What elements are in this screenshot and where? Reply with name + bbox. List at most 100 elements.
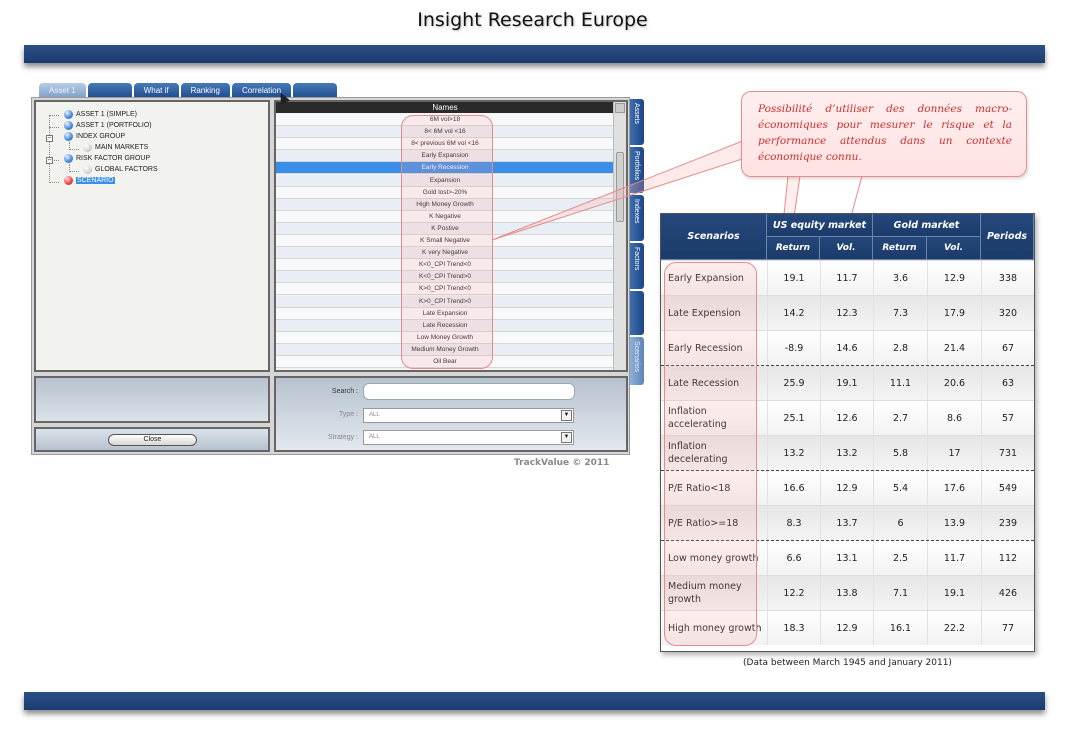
type-label: Type :	[338, 411, 358, 418]
table-cell-g-ret: 5.4	[873, 471, 927, 505]
node-icon	[64, 110, 73, 119]
table-cell-periods: 426	[981, 576, 1034, 610]
side-tab-label: Scenarios	[633, 341, 640, 373]
tree-item-global-factors[interactable]: GLOBAL FACTORS	[83, 165, 158, 174]
table-cell-us-ret: 25.9	[767, 366, 820, 400]
table-cell-g-vol: 20.6	[927, 366, 981, 400]
table-cell-g-vol: 17.6	[927, 471, 981, 505]
tab-blank-2[interactable]	[293, 83, 338, 98]
header-band	[24, 45, 1045, 63]
side-tab-portfolios[interactable]: Portfolios	[630, 147, 644, 193]
page: Insight Research Europe Asset 1 What if …	[0, 0, 1065, 734]
scroll-up-icon[interactable]	[615, 103, 625, 113]
side-tab-label: Assets	[633, 103, 640, 125]
header-us-return: Return	[767, 237, 820, 260]
table-cell-us-vol: 13.7	[820, 506, 873, 540]
table-cell-g-vol: 13.9	[927, 506, 981, 540]
table-cell-g-vol: 21.4	[927, 331, 981, 365]
dropdown-arrow-icon[interactable]: ▼	[561, 432, 572, 443]
tree-item-label: GLOBAL FACTORS	[95, 166, 158, 173]
tree-connector	[49, 115, 50, 181]
type-select[interactable]: ALL ▼	[363, 408, 574, 423]
tree-item-label: RISK FACTOR GROUP	[76, 155, 151, 162]
table-cell-us-ret: 25.1	[767, 401, 820, 435]
type-select-value: ALL	[369, 412, 380, 418]
tree-item-label: SCENARIO	[76, 177, 115, 184]
tree-item-scenario[interactable]: SCENARIO	[64, 176, 115, 185]
table-cell-us-ret: 12.2	[767, 576, 820, 610]
table-cell-g-ret: 11.1	[873, 366, 927, 400]
search-label: Search :	[331, 388, 358, 395]
table-cell-g-vol: 11.7	[927, 541, 981, 575]
table-cell-us-vol: 13.8	[820, 576, 873, 610]
tree-item-label: MAIN MARKETS	[95, 144, 149, 151]
side-tab-label: Factors	[633, 247, 640, 271]
tree-connector	[49, 127, 59, 128]
side-tab-factors[interactable]: Factors	[630, 243, 644, 289]
side-tab-indexes[interactable]: Indexes	[630, 195, 644, 241]
top-tabs: Asset 1 What if Ranking Correlation	[39, 83, 338, 98]
table-cell-g-ret: 16.1	[873, 611, 927, 645]
table-cell-us-ret: 16.6	[767, 471, 820, 505]
table-cell-periods: 77	[981, 611, 1034, 645]
tree-panel: − − ASSET 1 (SIMPLE) ASSET 1 (PORTFOLIO)…	[34, 100, 270, 372]
scroll-thumb[interactable]	[616, 152, 624, 222]
node-icon	[64, 154, 73, 163]
table-cell-us-ret: -8.9	[767, 331, 820, 365]
table-cell-g-vol: 17	[927, 436, 981, 470]
side-tab-scenarios[interactable]: Scenarios	[630, 337, 644, 385]
info-panel	[34, 376, 270, 423]
table-cell-us-vol: 12.3	[820, 296, 873, 330]
tree-connector	[69, 171, 79, 172]
page-title: Insight Research Europe	[417, 9, 648, 31]
search-panel: Search : Type : ALL ▼ Strategy : ALL ▼	[274, 376, 628, 452]
search-input[interactable]	[363, 383, 575, 400]
node-icon	[83, 165, 92, 174]
dropdown-arrow-icon[interactable]: ▼	[561, 410, 572, 421]
tree-connector	[69, 149, 79, 150]
names-scrollbar[interactable]	[613, 102, 626, 370]
table-cell-g-ret: 7.3	[873, 296, 927, 330]
table-cell-g-ret: 7.1	[873, 576, 927, 610]
table-cell-us-vol: 12.6	[820, 401, 873, 435]
tree-item-main-markets[interactable]: MAIN MARKETS	[83, 143, 149, 152]
tab-what-if[interactable]: What if	[133, 83, 179, 98]
table-cell-g-ret: 2.7	[873, 401, 927, 435]
expand-toggle[interactable]: −	[46, 157, 53, 164]
tree-connector	[49, 115, 59, 116]
table-cell-us-ret: 13.2	[767, 436, 820, 470]
table-cell-periods: 112	[981, 541, 1034, 575]
close-panel: Close	[34, 427, 270, 452]
table-footnote: (Data between March 1945 and January 201…	[743, 658, 952, 668]
tree-item-asset-portfolio[interactable]: ASSET 1 (PORTFOLIO)	[64, 121, 152, 130]
table-cell-us-ret: 19.1	[767, 261, 820, 295]
side-tab-label: Indexes	[633, 199, 640, 224]
table-cell-us-vol: 13.2	[820, 436, 873, 470]
table-cell-periods: 338	[981, 261, 1034, 295]
table-cell-g-vol: 17.9	[927, 296, 981, 330]
table-cell-g-vol: 12.9	[927, 261, 981, 295]
header-gold: Gold market	[873, 214, 981, 237]
strategy-select-value: ALL	[369, 434, 380, 440]
side-tab-blank[interactable]	[630, 291, 644, 335]
strategy-select[interactable]: ALL ▼	[363, 430, 574, 445]
tab-ranking[interactable]: Ranking	[180, 83, 230, 98]
tree-item-index-group[interactable]: INDEX GROUP	[64, 132, 125, 141]
table-cell-us-vol: 12.9	[820, 471, 873, 505]
table-cell-periods: 731	[981, 436, 1034, 470]
side-tab-assets[interactable]: Assets	[630, 99, 644, 145]
names-header: Names	[276, 102, 614, 113]
table-cell-us-ret: 8.3	[767, 506, 820, 540]
strategy-label: Strategy :	[328, 434, 358, 441]
expand-toggle[interactable]: −	[46, 135, 53, 142]
table-cell-g-ret: 2.8	[873, 331, 927, 365]
tree-item-asset-simple[interactable]: ASSET 1 (SIMPLE)	[64, 110, 137, 119]
tab-blank-1[interactable]	[87, 83, 132, 98]
table-cell-us-ret: 6.6	[767, 541, 820, 575]
tree-item-risk-factor-group[interactable]: RISK FACTOR GROUP	[64, 154, 151, 163]
close-button[interactable]: Close	[108, 434, 197, 446]
table-cell-periods: 320	[981, 296, 1034, 330]
tree-item-label: ASSET 1 (PORTFOLIO)	[76, 122, 152, 129]
tab-asset-1[interactable]: Asset 1	[39, 83, 86, 98]
scenario-highlight	[664, 262, 757, 646]
